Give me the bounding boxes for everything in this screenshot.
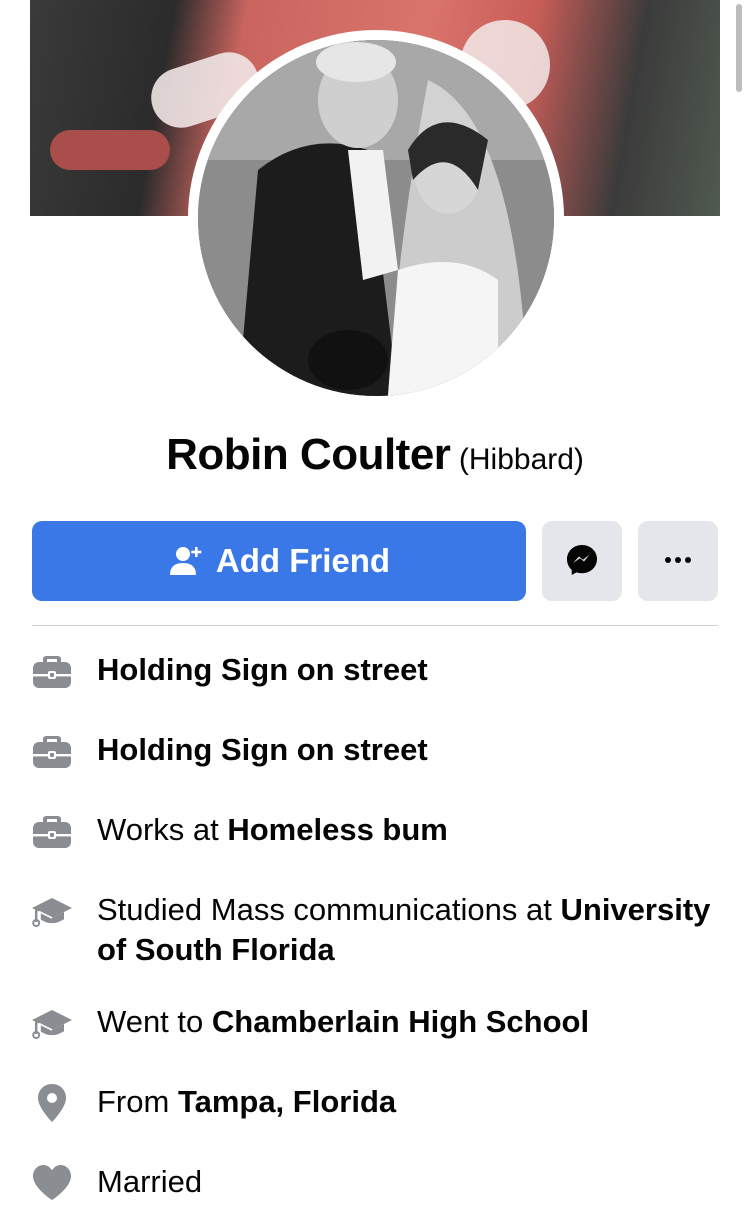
profile-name: Robin Coulter xyxy=(166,430,451,479)
graduation-cap-icon xyxy=(31,890,73,932)
briefcase-icon xyxy=(31,650,73,692)
add-friend-label: Add Friend xyxy=(215,542,391,579)
more-options-button[interactable] xyxy=(638,521,718,601)
messenger-icon xyxy=(564,542,600,581)
detail-text: Holding Sign on street xyxy=(97,652,428,687)
scrollbar[interactable] xyxy=(736,4,742,92)
messenger-button[interactable] xyxy=(542,521,622,601)
profile-alternate-name: (Hibbard) xyxy=(458,443,584,476)
heart-icon xyxy=(31,1162,73,1204)
briefcase-icon xyxy=(31,810,73,852)
location-pin-icon xyxy=(31,1082,73,1124)
workplace-link[interactable]: Homeless bum xyxy=(227,812,448,847)
detail-text: Holding Sign on street xyxy=(97,732,428,767)
briefcase-icon xyxy=(31,730,73,772)
high-school-link[interactable]: Chamberlain High School xyxy=(212,1004,589,1039)
detail-text: From Tampa, Florida xyxy=(97,1084,397,1119)
detail-text: Went to Chamberlain High School xyxy=(97,1004,590,1039)
detail-text: Married xyxy=(97,1164,203,1199)
add-friend-button[interactable]: Add Friend xyxy=(32,521,526,601)
more-dots-icon xyxy=(660,542,696,581)
hometown-link[interactable]: Tampa, Florida xyxy=(178,1084,396,1119)
graduation-cap-icon xyxy=(31,1002,73,1044)
profile-name-row: Robin Coulter (Hibbard) xyxy=(0,430,750,480)
profile-picture[interactable] xyxy=(198,40,554,396)
detail-text: Works at Homeless bum xyxy=(97,812,448,847)
divider xyxy=(32,625,718,626)
detail-text: Studied Mass communications at Universit… xyxy=(97,892,711,967)
add-friend-icon xyxy=(168,543,204,579)
